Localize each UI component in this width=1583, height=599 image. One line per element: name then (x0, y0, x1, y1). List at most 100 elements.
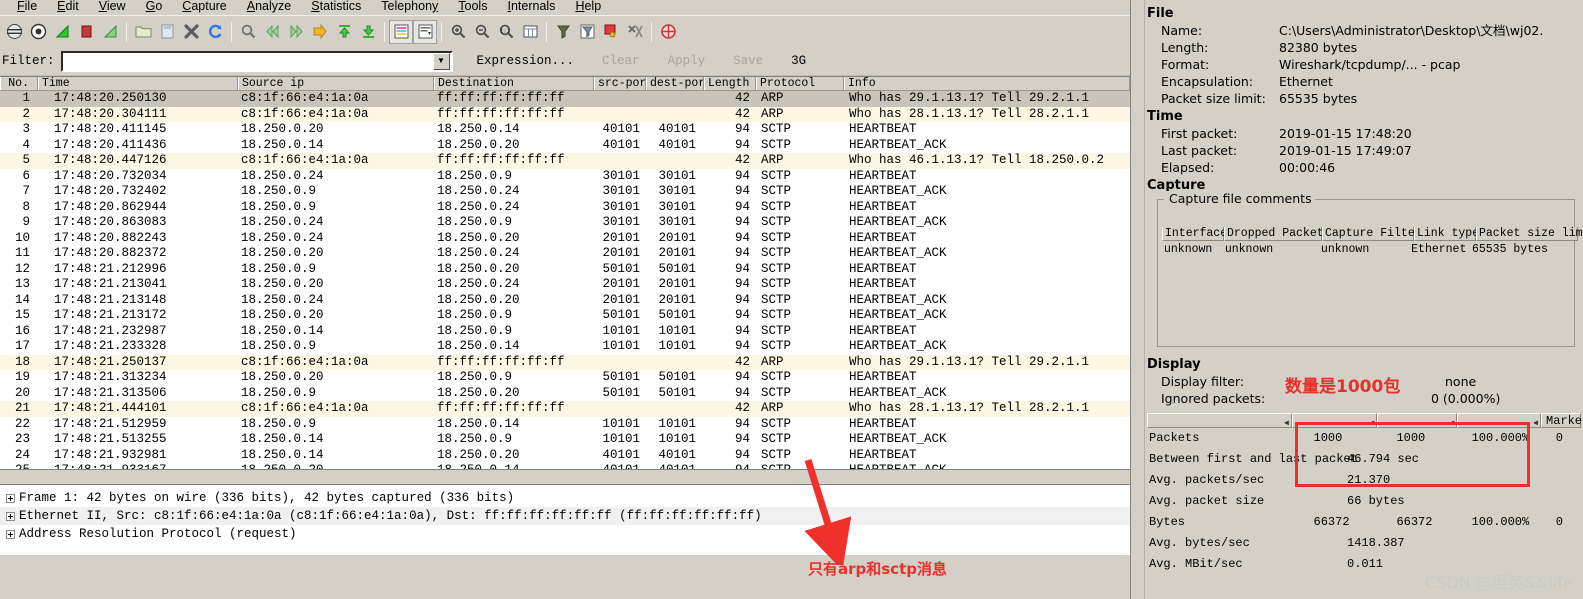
col-traffic[interactable]: ◀ (1147, 413, 1292, 428)
display-filters-icon[interactable] (575, 20, 599, 44)
packet-row[interactable]: 7 17:48:20.732402 18.250.0.9 18.250.0.24 301… (0, 184, 1130, 200)
detail-row-arp[interactable]: Address Resolution Protocol (request) (0, 525, 1130, 543)
capture-filters-icon[interactable] (551, 20, 575, 44)
clear-button[interactable]: Clear (588, 54, 654, 68)
save-button[interactable]: Save (719, 54, 777, 68)
packet-row[interactable]: 1 17:48:20.250130 c8:1f:66:e4:1a:0a ff:ff:f… (0, 91, 1130, 107)
menu-item-view[interactable]: View (90, 0, 137, 13)
packet-row[interactable]: 21 17:48:21.444101 c8:1f:66:e4:1a:0a ff:ff:… (0, 401, 1130, 417)
packet-row[interactable]: 4 17:48:20.411436 18.250.0.14 18.250.0.20 40… (0, 137, 1130, 153)
coloring-rules-icon[interactable] (599, 20, 623, 44)
filter-input-wrapper[interactable]: ▼ (60, 50, 453, 72)
col-captured[interactable]: ◀ (1291, 413, 1378, 431)
panel-scrollbar[interactable] (1131, 0, 1145, 599)
go-forward-icon[interactable] (284, 20, 308, 44)
restart-capture-icon[interactable] (98, 20, 122, 44)
packet-row[interactable]: 18 17:48:21.250137 c8:1f:66:e4:1a:0a ff:ff:… (0, 354, 1130, 370)
column-header-src-port[interactable]: src-port (594, 77, 646, 90)
packet-row[interactable]: 11 17:48:20.882372 18.250.0.20 18.250.0.24 2… (0, 246, 1130, 262)
packet-row[interactable]: 20 17:48:21.313506 18.250.0.9 18.250.0.20 50… (0, 385, 1130, 401)
menu-item-internals[interactable]: Internals (498, 0, 566, 13)
sort-arrow-icon[interactable]: ◀ (1450, 417, 1455, 431)
stop-capture-icon[interactable] (74, 20, 98, 44)
packet-row[interactable]: 19 17:48:21.313234 18.250.0.20 18.250.0.9 50… (0, 370, 1130, 386)
col-dropped-packets[interactable]: Dropped Packets (1224, 227, 1331, 241)
help-contents-icon[interactable] (656, 20, 680, 44)
zoom-in-icon[interactable] (446, 20, 470, 44)
reload-icon[interactable] (203, 20, 227, 44)
menu-item-help[interactable]: Help (566, 0, 612, 13)
save-file-icon[interactable] (155, 20, 179, 44)
col-displayed[interactable]: ◀ (1377, 413, 1458, 431)
packet-list-pane-divider[interactable] (0, 469, 1130, 485)
menu-item-file[interactable]: File (8, 0, 48, 13)
capture-options-icon[interactable] (26, 20, 50, 44)
column-header-time[interactable]: Time (38, 77, 238, 90)
col-displayed-pct[interactable]: ◀ (1457, 413, 1541, 428)
filter-preset-3g-button[interactable]: 3G (777, 54, 820, 68)
col-marked[interactable]: Marked (1541, 413, 1583, 428)
column-header-source[interactable]: Source ip (238, 77, 434, 90)
expand-toggle-icon[interactable] (6, 511, 15, 521)
packet-row[interactable]: 12 17:48:21.212996 18.250.0.9 18.250.0.20 50… (0, 261, 1130, 277)
packet-row[interactable]: 14 17:48:21.213148 18.250.0.24 18.250.0.20 2… (0, 292, 1130, 308)
packet-list-body[interactable]: 1 17:48:20.250130 c8:1f:66:e4:1a:0a ff:ff:f… (0, 91, 1130, 479)
column-header-protocol[interactable]: Protocol (756, 77, 844, 90)
open-file-icon[interactable] (131, 20, 155, 44)
packet-row[interactable]: 9 17:48:20.863083 18.250.0.24 18.250.0.9 301… (0, 215, 1130, 231)
go-last-packet-icon[interactable] (356, 20, 380, 44)
detail-row-frame[interactable]: Frame 1: 42 bytes on wire (336 bits), 42… (0, 489, 1130, 507)
packet-list[interactable]: No. Time Source ip Destination src-port … (0, 76, 1130, 485)
column-header-info[interactable]: Info (844, 77, 1130, 90)
column-header-dest-port[interactable]: dest-port (646, 77, 704, 90)
packet-row[interactable]: 15 17:48:21.213172 18.250.0.20 18.250.0.9 50… (0, 308, 1130, 324)
packet-row[interactable]: 8 17:48:20.862944 18.250.0.9 18.250.0.24 301… (0, 199, 1130, 215)
sort-arrow-icon[interactable]: ◀ (1369, 417, 1374, 431)
go-to-packet-icon[interactable] (308, 20, 332, 44)
menu-item-edit[interactable]: Edit (48, 0, 90, 13)
expression-button[interactable]: Expression... (463, 54, 589, 68)
colorize-icon[interactable] (389, 19, 413, 44)
col-interface[interactable]: Interface (1162, 227, 1227, 241)
menu-item-tools[interactable]: Tools (449, 0, 498, 13)
start-capture-icon[interactable] (50, 20, 74, 44)
packet-row[interactable]: 23 17:48:21.513255 18.250.0.14 18.250.0.9 10… (0, 432, 1130, 448)
menu-item-capture[interactable]: Capture (173, 0, 237, 13)
apply-button[interactable]: Apply (654, 54, 720, 68)
packet-row[interactable]: 10 17:48:20.882243 18.250.0.24 18.250.0.20 2… (0, 230, 1130, 246)
packet-row[interactable]: 3 17:48:20.411145 18.250.0.20 18.250.0.14 40… (0, 122, 1130, 138)
packet-row[interactable]: 6 17:48:20.732034 18.250.0.24 18.250.0.9 301… (0, 168, 1130, 184)
column-header-destination[interactable]: Destination (434, 77, 594, 90)
menu-item-telephony[interactable]: Telephony (372, 0, 449, 13)
go-first-packet-icon[interactable] (332, 20, 356, 44)
packet-row[interactable]: 24 17:48:21.932981 18.250.0.14 18.250.0.20 4… (0, 447, 1130, 463)
find-packet-icon[interactable] (236, 20, 260, 44)
menu-item-go[interactable]: Go (137, 0, 174, 13)
packet-row[interactable]: 5 17:48:20.447126 c8:1f:66:e4:1a:0a ff:ff:f… (0, 153, 1130, 169)
column-header-length[interactable]: Length (704, 77, 756, 90)
close-file-icon[interactable] (179, 20, 203, 44)
display-filter-input[interactable] (62, 52, 433, 70)
packet-row[interactable]: 13 17:48:21.213041 18.250.0.20 18.250.0.24 2… (0, 277, 1130, 293)
go-back-icon[interactable] (260, 20, 284, 44)
expand-toggle-icon[interactable] (6, 529, 15, 539)
sort-arrow-icon[interactable]: ◀ (1533, 417, 1538, 431)
zoom-out-icon[interactable] (470, 20, 494, 44)
packet-row[interactable]: 16 17:48:21.232987 18.250.0.14 18.250.0.9 10… (0, 323, 1130, 339)
packet-row[interactable]: 2 17:48:20.304111 c8:1f:66:e4:1a:0a ff:ff:f… (0, 106, 1130, 122)
column-header-no[interactable]: No. (0, 77, 38, 90)
sort-arrow-icon[interactable]: ◀ (1284, 417, 1289, 431)
zoom-normal-icon[interactable]: 1:1 (494, 20, 518, 44)
menu-item-analyze[interactable]: Analyze (238, 0, 302, 13)
packet-row[interactable]: 17 17:48:21.233328 18.250.0.9 18.250.0.14 10… (0, 339, 1130, 355)
detail-row-ethernet[interactable]: Ethernet II, Src: c8:1f:66:e4:1a:0a (c8:… (0, 507, 1130, 525)
col-capture-filter[interactable]: Capture Filter (1322, 227, 1422, 241)
auto-scroll-icon[interactable] (413, 19, 437, 44)
packet-row[interactable]: 22 17:48:21.512959 18.250.0.9 18.250.0.14 10… (0, 416, 1130, 432)
col-packet-size-limit[interactable]: Packet size limit (1476, 227, 1583, 241)
list-interfaces-icon[interactable] (2, 20, 26, 44)
preferences-icon[interactable] (623, 20, 647, 44)
col-link-type[interactable]: Link type (1414, 227, 1479, 241)
chevron-down-icon[interactable]: ▼ (432, 52, 450, 70)
menu-item-statistics[interactable]: Statistics (302, 0, 372, 13)
